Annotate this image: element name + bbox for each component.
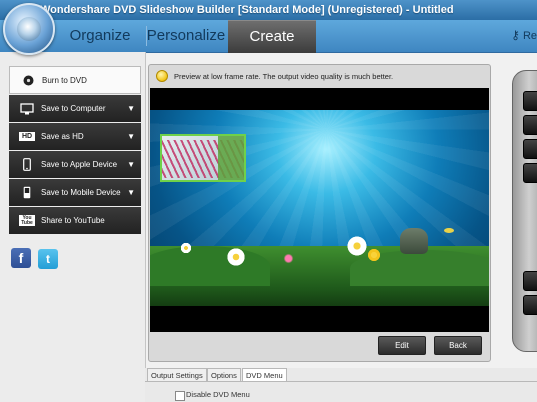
tab-personalize[interactable]: Personalize [146,20,226,52]
chevron-down-icon: ▼ [127,104,135,113]
tab-dvd-menu[interactable]: DVD Menu [242,368,287,382]
hd-icon: HD [19,132,35,141]
preview-panel: Preview at low frame rate. The output vi… [148,64,491,362]
letterbox-top [150,88,489,110]
sidebar-item-label: Save to Computer [41,104,106,113]
remote-key[interactable] [523,115,537,135]
title-bar: Wondershare DVD Slideshow Builder [Stand… [0,0,537,20]
pink-flower [283,253,294,264]
chevron-down-icon: ▼ [127,132,135,141]
phone-icon [19,158,35,171]
video-preview[interactable] [150,88,489,332]
disable-dvd-menu-checkbox[interactable] [175,391,185,401]
twitter-icon[interactable]: t [38,249,58,269]
sidebar-item-label: Save to Apple Device [41,160,118,169]
remote-key[interactable] [523,91,537,111]
daisy-flower [226,247,246,267]
sidebar-item-label: Share to YouTube [41,216,105,225]
remote-key[interactable] [523,271,537,291]
monitor-icon [19,102,35,115]
register-link[interactable]: ⚷ Re [511,28,537,42]
youtube-icon: You Tube [19,215,35,226]
remote-key[interactable] [523,139,537,159]
menu-thumbnail[interactable] [160,134,246,182]
sidebar-item-label: Burn to DVD [42,75,87,85]
rock-creature [400,228,428,254]
sidebar-item-burn-to-dvd[interactable]: Burn to DVD [9,66,141,94]
grass-hill [150,246,270,286]
sidebar-item-save-to-computer[interactable]: Save to Computer ▼ [9,95,141,122]
mobile-icon [19,186,35,199]
window-title: Wondershare DVD Slideshow Builder [Stand… [40,4,454,16]
disable-dvd-menu-label: Disable DVD Menu [186,390,250,399]
edit-button[interactable]: Edit [378,336,426,355]
tab-underline [145,381,537,382]
main-tab-bar: Organize Personalize Create ⚷ Re [0,20,537,53]
daisy-flower [346,235,368,257]
sidebar-item-save-to-apple-device[interactable]: Save to Apple Device ▼ [9,151,141,178]
tab-create[interactable]: Create [228,20,316,53]
preview-tip-text: Preview at low frame rate. The output vi… [174,71,394,81]
output-menu: Burn to DVD Save to Computer ▼ HD Save a… [9,66,141,235]
remote-control [512,70,537,352]
disc-logo-icon [17,17,41,41]
preview-tip: Preview at low frame rate. The output vi… [149,65,490,87]
social-links: ft [11,248,65,269]
output-sidebar: Burn to DVD Save to Computer ▼ HD Save a… [0,52,146,402]
sidebar-item-share-to-youtube[interactable]: You Tube Share to YouTube [9,207,141,234]
chevron-down-icon: ▼ [127,188,135,197]
dvd-menu-background [150,110,489,306]
tab-output-settings[interactable]: Output Settings [147,368,207,382]
remote-key[interactable] [523,295,537,315]
thumbnail-foliage [218,136,244,180]
back-button[interactable]: Back [434,336,482,355]
disc-icon [20,74,36,86]
sidebar-item-label: Save to Mobile Device [41,188,121,197]
app-logo[interactable] [3,3,55,55]
daisy-flower [180,242,192,254]
remote-key[interactable] [523,163,537,183]
facebook-icon[interactable]: f [11,248,31,268]
sidebar-item-save-as-hd[interactable]: HD Save as HD ▼ [9,123,141,150]
tab-organize[interactable]: Organize [54,20,146,52]
settings-tabs: Output Settings Options DVD Menu Disable… [145,368,537,402]
key-icon: ⚷ [511,28,520,42]
yellow-flower [367,248,381,262]
sidebar-item-save-to-mobile-device[interactable]: Save to Mobile Device ▼ [9,179,141,206]
lightbulb-icon [156,70,168,82]
tab-options[interactable]: Options [207,368,241,382]
sidebar-item-label: Save as HD [41,132,84,141]
chevron-down-icon: ▼ [127,160,135,169]
letterbox-bottom [150,306,489,332]
fish-icon [444,228,454,233]
register-label: Re [522,30,537,42]
